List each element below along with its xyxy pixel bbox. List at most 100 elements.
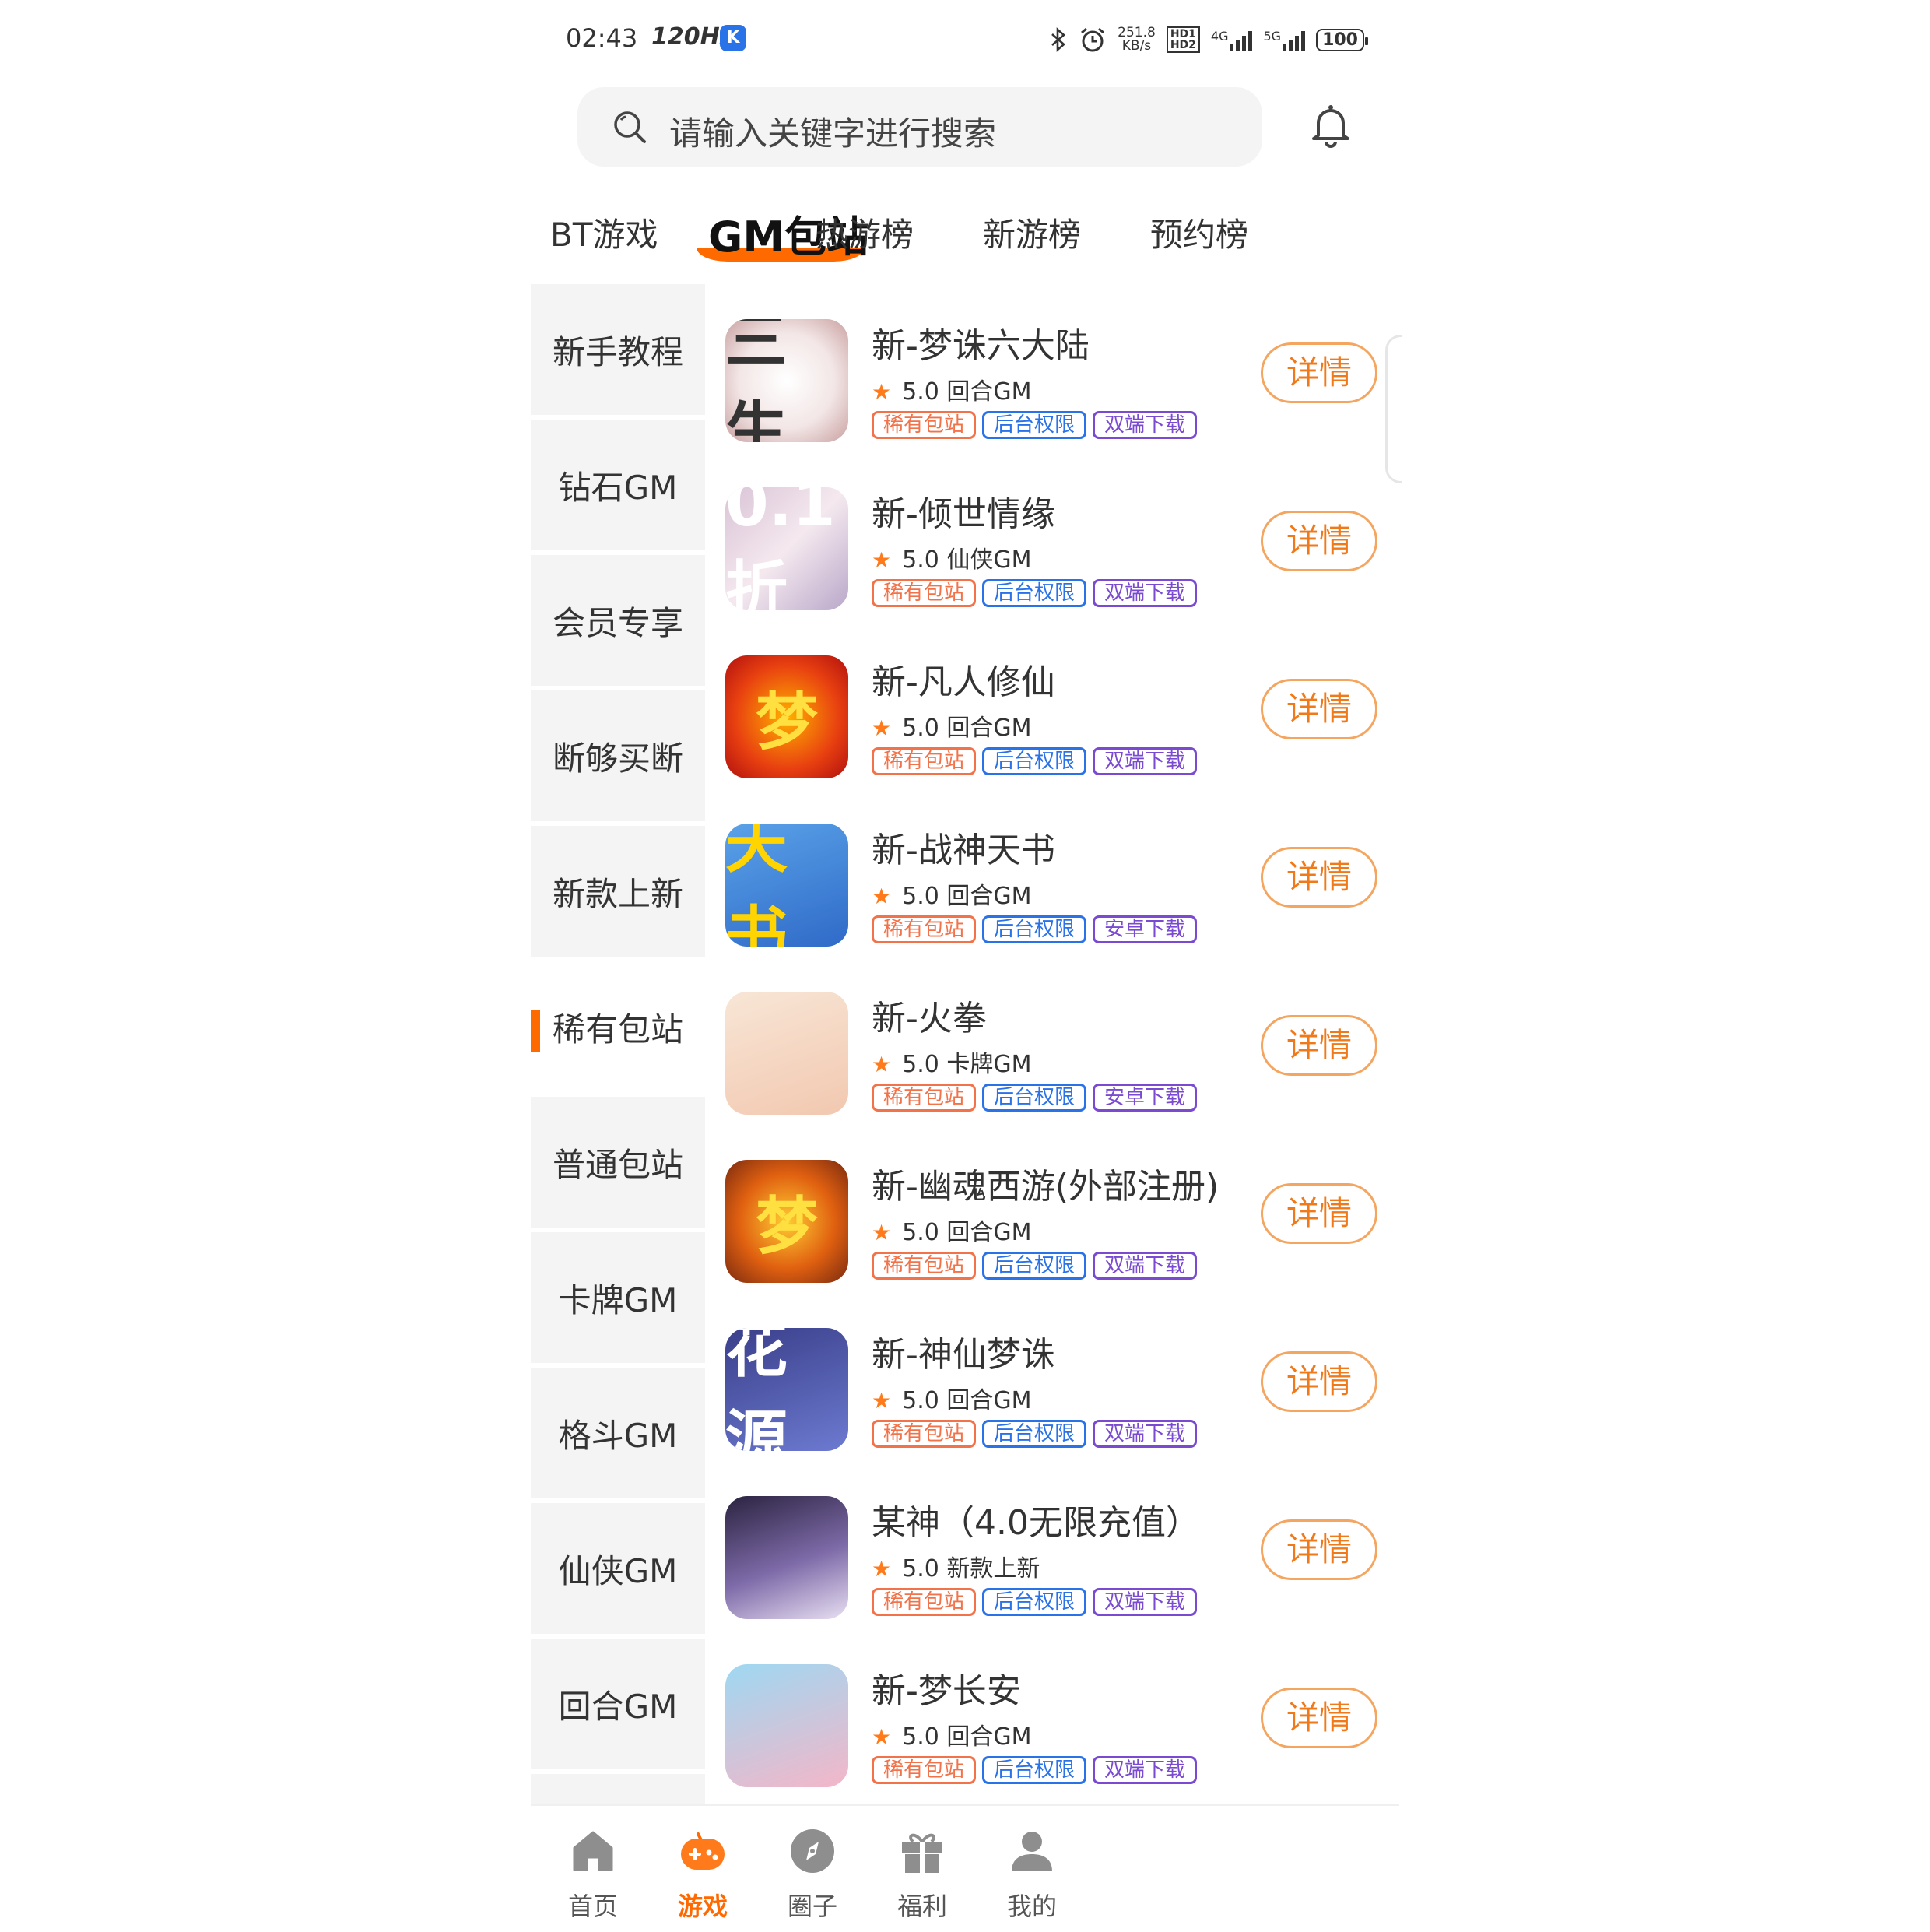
sidebar-item[interactable]: 回合GM [531,1639,705,1769]
game-title[interactable]: 新-幽魂西游(外部注册) [872,1158,1219,1208]
tag-admin: 后台权限 [982,1756,1087,1784]
detail-button[interactable]: 详情 [1261,1519,1377,1580]
game-icon[interactable]: 三生 [725,319,848,442]
game-icon[interactable]: 天书 [725,824,848,947]
detail-button[interactable]: 详情 [1261,847,1377,908]
detail-button[interactable]: 详情 [1261,342,1377,403]
game-title[interactable]: 新-倾世情缘 [872,486,1055,536]
tag-admin: 后台权限 [982,1420,1087,1448]
sidebar-item[interactable]: 格斗GM [531,1368,705,1498]
tag-rare: 稀有包站 [872,579,977,607]
game-row[interactable]: 某神（4.0无限充值） ★ 5.0 新款上新 稀有包站 后台权限 双端下载 详情 [725,1481,1399,1648]
game-tags: 稀有包站 后台权限 安卓下载 [872,915,1198,943]
game-rating: ★ 5.0 卡牌GM [872,1051,1032,1078]
game-row[interactable]: 梦 新-凡人修仙 ★ 5.0 回合GM 稀有包站 后台权限 双端下载 详情 [725,640,1399,807]
tag-download: 双端下载 [1093,411,1198,439]
signal-4g-icon: 4G [1211,29,1253,51]
game-icon[interactable]: 梦 [725,655,848,778]
game-row[interactable]: 0.1折 新-倾世情缘 ★ 5.0 仙侠GM 稀有包站 后台权限 双端下载 详情 [725,472,1399,639]
game-icon[interactable]: 0.1折 [725,487,848,610]
game-rating: ★ 5.0 回合GM [872,1219,1032,1246]
sidebar-item[interactable]: 会员专享 [531,555,705,686]
alarm-icon [1081,27,1105,52]
game-title[interactable]: 新-凡人修仙 [872,654,1055,704]
tab-bt-games[interactable]: BT游戏 [550,209,658,256]
sidebar-item[interactable]: 新款上新 [531,826,705,957]
tag-rare: 稀有包站 [872,1252,977,1280]
active-marker [531,1010,540,1052]
sidebar-item[interactable]: 断够买断 [531,690,705,821]
tag-download: 双端下载 [1093,747,1198,775]
tag-admin: 后台权限 [982,1084,1087,1112]
bell-icon[interactable] [1309,101,1353,148]
game-tags: 稀有包站 后台权限 双端下载 [872,1756,1198,1784]
nav-profile[interactable]: 我的 [985,1826,1079,1923]
star-icon: ★ [872,1388,892,1414]
detail-button[interactable]: 详情 [1261,1688,1377,1748]
status-time: 02:43 [566,23,638,53]
tab-hot-games[interactable]: 热游榜 [816,209,914,256]
game-icon[interactable]: 桃花源记 [725,1328,848,1451]
detail-button[interactable]: 详情 [1261,1015,1377,1076]
nav-circle[interactable]: 圈子 [766,1826,859,1923]
game-icon[interactable] [725,992,848,1115]
search-input[interactable]: 请输入关键字进行搜索 [577,87,1262,167]
sidebar-item[interactable]: 卡牌GM [531,1232,705,1363]
nav-games[interactable]: 游戏 [656,1826,749,1923]
phone-screen: 02:43 120Hz K 251.8 KB/s HD1 HD2 4G 5G 100… [531,0,1402,1932]
tag-admin: 后台权限 [982,411,1087,439]
sidebar-item[interactable]: 普通包站 [531,1097,705,1228]
game-title[interactable]: 新-战神天书 [872,822,1055,872]
sidebar: 新手教程 钻石GM 会员专享 断够买断 新款上新 稀有包站 普通包站 卡牌GM … [531,284,705,1806]
compass-icon [791,1829,834,1873]
game-row[interactable]: 新-梦长安 ★ 5.0 回合GM 稀有包站 后台权限 双端下载 详情 [725,1649,1399,1816]
tag-rare: 稀有包站 [872,1084,977,1112]
game-tags: 稀有包站 后台权限 双端下载 [872,1252,1198,1280]
app-badge-icon: K [720,25,746,51]
detail-button[interactable]: 详情 [1261,1351,1377,1412]
game-title[interactable]: 新-梦诛六大陆 [872,318,1090,367]
game-row[interactable]: 梦 新-幽魂西游(外部注册) ★ 5.0 回合GM 稀有包站 后台权限 双端下载 … [725,1144,1399,1312]
game-title[interactable]: 新-梦长安 [872,1663,1021,1712]
game-title[interactable]: 新-神仙梦诛 [872,1326,1055,1376]
tag-rare: 稀有包站 [872,915,977,943]
sidebar-item[interactable]: 仙侠GM [531,1503,705,1634]
detail-button[interactable]: 详情 [1261,1183,1377,1244]
game-icon[interactable] [725,1496,848,1619]
tab-new-games[interactable]: 新游榜 [983,209,1081,256]
nav-welfare[interactable]: 福利 [876,1826,969,1923]
detail-button[interactable]: 详情 [1261,511,1377,571]
sidebar-item[interactable] [531,1774,705,1806]
game-title[interactable]: 新-火拳 [872,990,987,1040]
tag-rare: 稀有包站 [872,747,977,775]
game-rating: ★ 5.0 回合GM [872,378,1032,406]
nav-home[interactable]: 首页 [546,1826,640,1923]
star-icon: ★ [872,1724,892,1750]
sidebar-item[interactable]: 新手教程 [531,284,705,415]
gamepad-icon [681,1832,725,1870]
home-icon [573,1831,613,1871]
star-icon: ★ [872,1556,892,1582]
scroll-handle[interactable] [1385,335,1402,483]
battery-icon: 100 [1316,28,1368,51]
tag-download: 双端下载 [1093,1588,1198,1616]
sidebar-item[interactable]: 钻石GM [531,420,705,550]
tag-download: 双端下载 [1093,1420,1198,1448]
game-icon[interactable] [725,1664,848,1787]
tag-rare: 稀有包站 [872,1420,977,1448]
star-icon: ★ [872,1220,892,1245]
game-title[interactable]: 某神（4.0无限充值） [872,1495,1200,1544]
game-row[interactable]: 三生 新-梦诛六大陆 ★ 5.0 回合GM 稀有包站 后台权限 双端下载 详情 [725,304,1399,471]
tag-download: 双端下载 [1093,1252,1198,1280]
game-row[interactable]: 天书 新-战神天书 ★ 5.0 回合GM 稀有包站 后台权限 安卓下载 详情 [725,808,1399,975]
sidebar-item-active[interactable]: 稀有包站 [531,961,705,1092]
user-icon [1012,1832,1052,1871]
star-icon: ★ [872,379,892,405]
tag-admin: 后台权限 [982,747,1087,775]
detail-button[interactable]: 详情 [1261,679,1377,739]
tab-preorder[interactable]: 预约榜 [1150,209,1248,256]
game-row[interactable]: 桃花源记 新-神仙梦诛 ★5.0 回合GM 稀有包站 后台权限 双端下载 详情 [725,1312,1399,1480]
game-icon[interactable]: 梦 [725,1160,848,1283]
game-rating: ★ 5.0 回合GM [872,1387,1032,1414]
game-row[interactable]: 新-火拳 ★ 5.0 卡牌GM 稀有包站 后台权限 安卓下载 详情 [725,976,1399,1143]
